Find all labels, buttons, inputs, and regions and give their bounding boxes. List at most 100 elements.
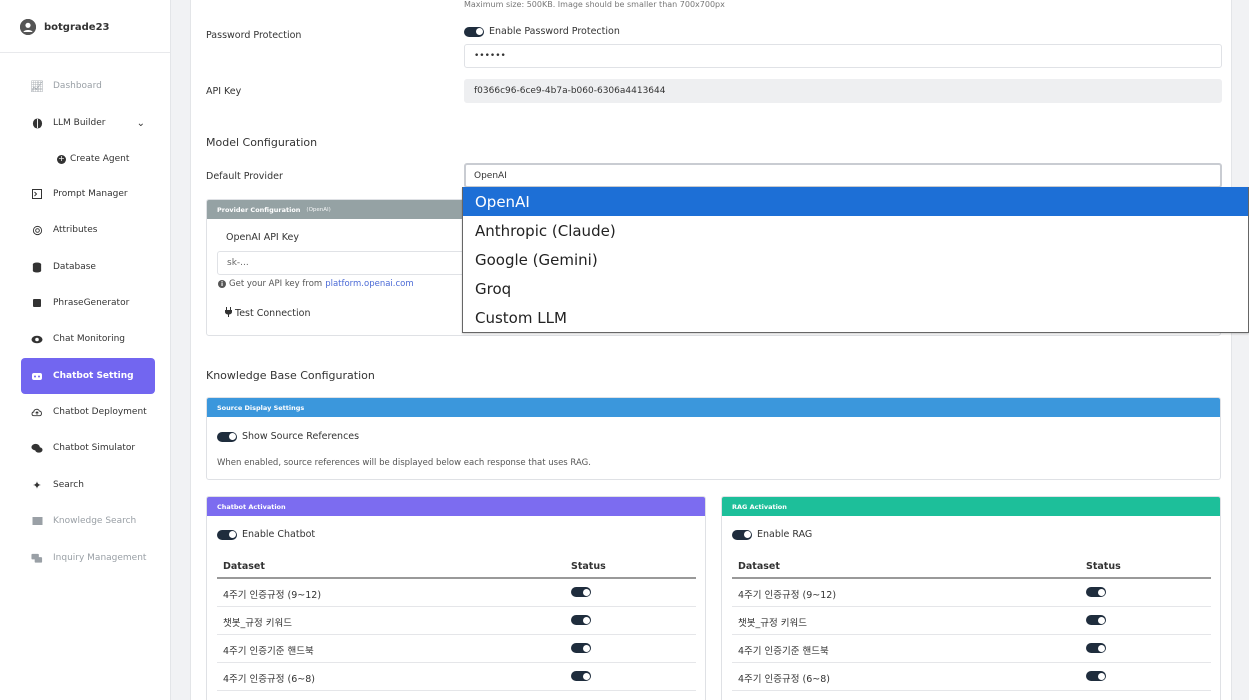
sidebar-item-label: Chat Monitoring xyxy=(53,334,126,344)
user-profile[interactable]: botgrade23 xyxy=(20,19,110,35)
provider-option-openai[interactable]: OpenAI xyxy=(463,187,1248,216)
sidebar-item-label: Knowledge Search xyxy=(53,516,137,526)
brain-icon xyxy=(31,117,43,129)
api-key-help-text: Get your API key from xyxy=(229,279,323,289)
provider-option-groq[interactable]: Groq xyxy=(463,274,1248,303)
openai-platform-link[interactable]: platform.openai.com xyxy=(325,279,413,289)
provider-configuration-subtitle: (OpenAI) xyxy=(306,206,331,213)
rag-dataset-toggle[interactable] xyxy=(1086,671,1106,681)
chevron-down-icon[interactable]: ⌄ xyxy=(137,118,145,129)
source-display-header: Source Display Settings xyxy=(207,398,1220,417)
show-source-references-label: Show Source References xyxy=(242,431,360,442)
knowledge-base-title: Knowledge Base Configuration xyxy=(206,369,375,382)
fingerprint-icon xyxy=(31,224,43,236)
sidebar-item-label: LLM Builder xyxy=(53,118,106,128)
rag-dataset-cell: 4주기 인증규정 (9~12) xyxy=(738,590,837,601)
enable-rag-label: Enable RAG xyxy=(757,529,813,540)
sidebar-item-phrase-generator[interactable]: PhraseGenerator xyxy=(21,285,155,321)
sidebar-subitem-label: Create Agent xyxy=(70,154,130,164)
model-configuration-title: Model Configuration xyxy=(206,136,318,149)
sidebar-item-chatbot-setting[interactable]: Chatbot Setting xyxy=(21,358,155,394)
enable-rag-toggle[interactable] xyxy=(732,529,752,540)
chatbot-dataset-toggle[interactable] xyxy=(571,615,591,625)
api-key-field[interactable]: f0366c96-6ce9-4b7a-b060-6306a4413644 xyxy=(464,79,1222,103)
sidebar-item-label: Database xyxy=(53,262,96,272)
sidebar-item-chat-monitoring[interactable]: Chat Monitoring xyxy=(21,321,155,357)
chatbot-dataset-cell: 4주기 인증기준 핸드북 xyxy=(223,646,314,657)
chatbot-dataset-toggle[interactable] xyxy=(571,671,591,681)
chatbot-dataset-toggle[interactable] xyxy=(571,643,591,653)
chatbot-col-status: Status xyxy=(571,561,606,572)
sidebar-item-chatbot-deployment[interactable]: Chatbot Deployment xyxy=(21,394,155,430)
sidebar-item-knowledge-search[interactable]: Knowledge Search xyxy=(21,503,155,539)
password-protection-toggle-row[interactable]: Enable Password Protection xyxy=(464,26,620,37)
rag-col-status: Status xyxy=(1086,561,1121,572)
sidebar-item-search[interactable]: ✦ Search xyxy=(21,467,155,503)
provider-option-custom-llm[interactable]: Custom LLM xyxy=(463,303,1248,332)
enable-chatbot-row[interactable]: Enable Chatbot xyxy=(217,529,315,540)
sidebar-item-label: Chatbot Deployment xyxy=(53,407,147,417)
sidebar-item-prompt-manager[interactable]: Prompt Manager xyxy=(21,176,155,212)
sidebar-divider xyxy=(0,52,170,53)
rag-col-dataset: Dataset xyxy=(738,561,780,572)
api-key-label: API Key xyxy=(206,86,242,97)
table-row-divider xyxy=(732,690,1211,691)
default-provider-select[interactable]: OpenAI xyxy=(464,163,1222,188)
chatbot-dataset-cell: 4주기 인증규정 (6~8) xyxy=(223,674,315,685)
rag-table-header-line xyxy=(732,577,1211,579)
sidebar-item-label: Prompt Manager xyxy=(53,189,128,199)
enable-chatbot-toggle[interactable] xyxy=(217,529,237,540)
password-protection-toggle-label: Enable Password Protection xyxy=(489,26,620,37)
cloud-upload-icon xyxy=(31,406,43,418)
default-provider-label: Default Provider xyxy=(206,171,283,182)
sidebar-item-database[interactable]: Database xyxy=(21,249,155,285)
chatbot-dataset-toggle[interactable] xyxy=(571,587,591,597)
provider-option-anthropic[interactable]: Anthropic (Claude) xyxy=(463,216,1248,245)
table-row-divider xyxy=(217,690,696,691)
database-icon xyxy=(31,261,43,273)
sidebar-item-attributes[interactable]: Attributes xyxy=(21,212,155,248)
user-name: botgrade23 xyxy=(44,21,110,33)
chatbot-dataset-cell: 4주기 인증규정 (9~12) xyxy=(223,590,322,601)
sidebar-item-llm-builder[interactable]: LLM Builder ⌄ xyxy=(21,105,155,141)
sparkle-icon: ✦ xyxy=(32,478,42,492)
robot-icon xyxy=(31,370,43,382)
show-source-references-toggle[interactable] xyxy=(217,431,237,442)
sidebar-item-dashboard[interactable]: 📈︎ Dashboard xyxy=(21,68,155,104)
rag-dataset-toggle[interactable] xyxy=(1086,587,1106,597)
password-protection-label: Password Protection xyxy=(206,30,302,41)
table-row-divider xyxy=(732,634,1211,635)
api-key-help: i Get your API key from platform.openai.… xyxy=(218,279,414,289)
provider-dropdown-list: OpenAI Anthropic (Claude) Google (Gemini… xyxy=(462,187,1249,333)
sidebar-item-label: Chatbot Setting xyxy=(53,371,134,381)
eye-icon xyxy=(31,333,43,345)
comments-icon xyxy=(31,552,43,564)
sidebar-item-label: Attributes xyxy=(53,225,98,235)
rag-dataset-cell: 4주기 인증규정 (6~8) xyxy=(738,674,830,685)
book-icon xyxy=(31,515,43,527)
sidebar-subitem-create-agent[interactable]: + Create Agent xyxy=(57,152,129,166)
sidebar-item-chatbot-simulator[interactable]: Chatbot Simulator xyxy=(21,430,155,466)
password-field[interactable]: •••••• xyxy=(464,44,1222,68)
sidebar-item-label: Dashboard xyxy=(53,81,102,91)
table-row-divider xyxy=(217,606,696,607)
openai-api-key-label: OpenAI API Key xyxy=(226,232,299,243)
image-size-hint: Maximum size: 500KB. Image should be sma… xyxy=(464,0,725,9)
sidebar-item-inquiry-management[interactable]: Inquiry Management xyxy=(21,540,155,576)
enable-rag-row[interactable]: Enable RAG xyxy=(732,529,812,540)
test-connection-button[interactable]: Test Connection xyxy=(225,307,310,320)
show-source-references-row[interactable]: Show Source References xyxy=(217,431,359,442)
chatbot-table-header-line xyxy=(217,577,696,579)
rag-dataset-toggle[interactable] xyxy=(1086,643,1106,653)
settings-card: Maximum size: 500KB. Image should be sma… xyxy=(190,0,1232,700)
magic-icon xyxy=(31,297,43,309)
test-connection-label: Test Connection xyxy=(235,308,311,319)
rag-dataset-cell: 4주기 인증기준 핸드북 xyxy=(738,646,829,657)
password-protection-toggle[interactable] xyxy=(464,26,484,37)
chatbot-activation-header: Chatbot Activation xyxy=(207,497,705,516)
rag-dataset-toggle[interactable] xyxy=(1086,615,1106,625)
plug-icon xyxy=(225,307,232,320)
sidebar-item-label: Inquiry Management xyxy=(53,553,147,563)
provider-option-google[interactable]: Google (Gemini) xyxy=(463,245,1248,274)
table-row-divider xyxy=(732,662,1211,663)
